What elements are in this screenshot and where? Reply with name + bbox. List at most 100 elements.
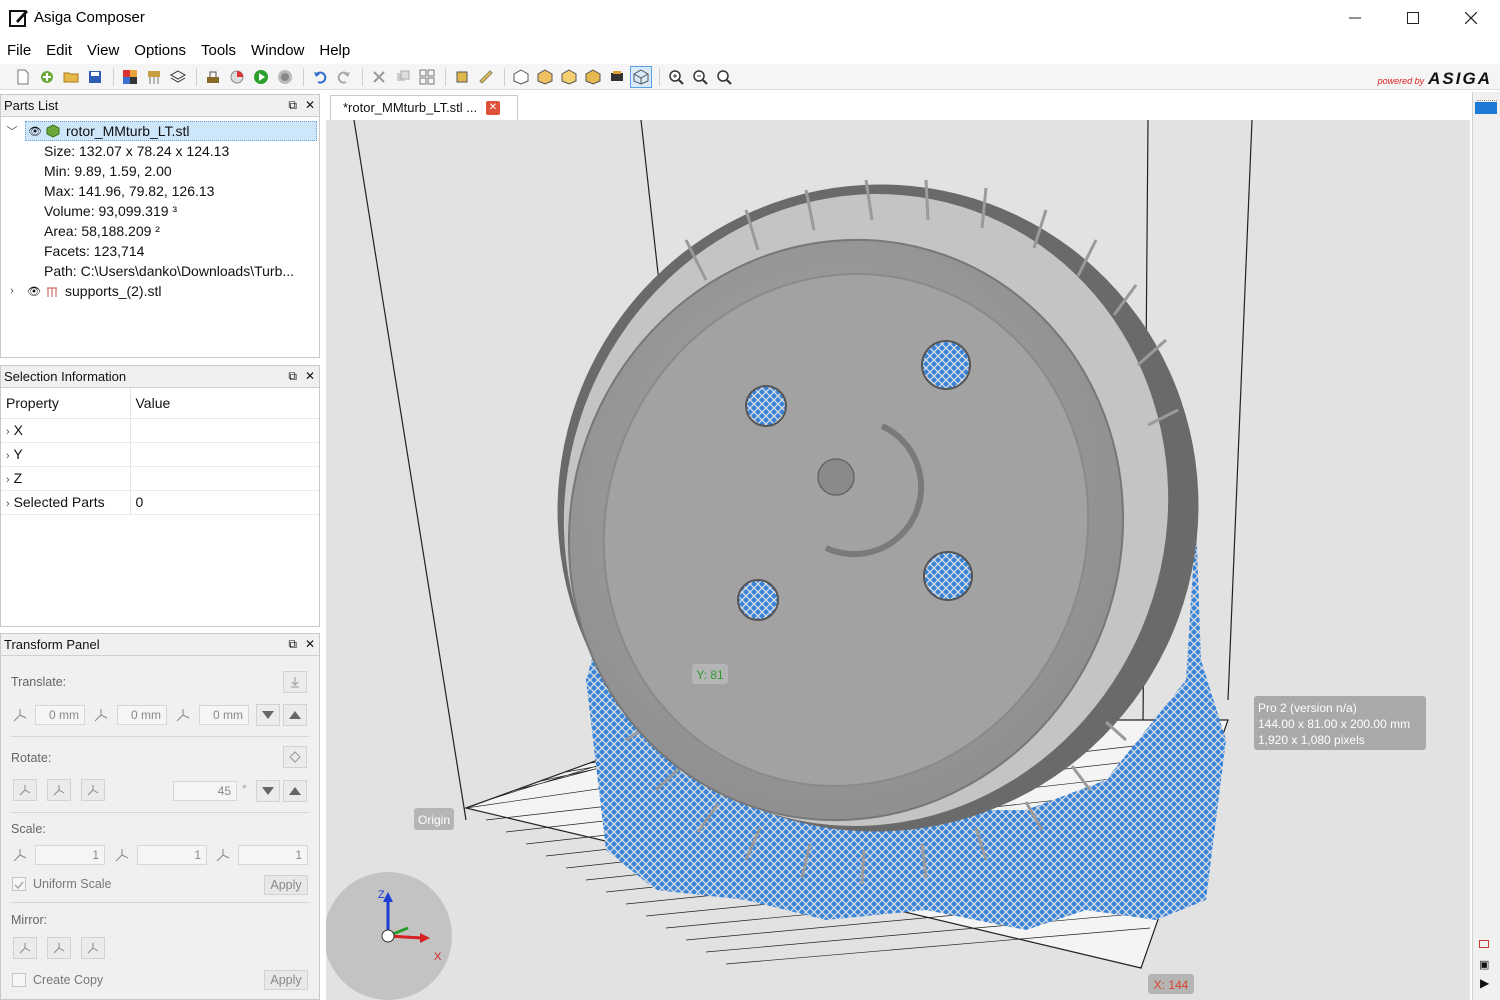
menu-help[interactable]: Help [319, 42, 350, 59]
uniform-scale-checkbox[interactable] [12, 877, 26, 891]
minimize-button[interactable] [1326, 0, 1384, 36]
new-file-icon [17, 69, 29, 84]
arrange-button[interactable] [416, 66, 438, 88]
globe-button[interactable] [274, 66, 296, 88]
expand-chevron-icon[interactable]: › [6, 426, 10, 438]
scene-canvas[interactable]: Y: 81 X: 144 Origin Pro 2 (version n/a) … [326, 120, 1470, 1000]
mirror-x-button[interactable] [13, 937, 37, 959]
rotate-angle-input[interactable]: 45 [173, 781, 237, 801]
supports-icon [148, 70, 160, 84]
save-button[interactable] [84, 66, 106, 88]
view-iso-button[interactable] [510, 66, 532, 88]
drop-to-platform-button[interactable] [283, 671, 307, 693]
close-panel-icon[interactable]: ✕ [305, 98, 315, 113]
collapse-chevron-icon[interactable]: ﹀ [5, 123, 19, 139]
table-row[interactable]: › X [1, 418, 319, 443]
view-top-button[interactable] [582, 66, 604, 88]
transform-header: Transform Panel ⧉ ✕ [1, 634, 319, 656]
translate-x-input[interactable]: 0 mm [35, 705, 85, 725]
table-row[interactable]: › Selected Parts 0 [1, 490, 319, 515]
view-side-button[interactable] [558, 66, 580, 88]
eye-icon[interactable]: 👁 [26, 125, 44, 138]
3d-viewport[interactable]: Y: 81 X: 144 Origin Pro 2 (version n/a) … [326, 120, 1470, 1000]
play-button[interactable] [250, 66, 272, 88]
pie-button[interactable] [226, 66, 248, 88]
translate-y-input[interactable]: 0 mm [117, 705, 167, 725]
play-layer-icon[interactable]: ▶ [1480, 976, 1489, 990]
zoom-in-button[interactable] [665, 66, 687, 88]
rotate-y-button[interactable] [47, 779, 71, 801]
translate-down-button[interactable] [256, 704, 280, 726]
auto-orient-button[interactable] [451, 66, 473, 88]
view-platform-button[interactable] [606, 66, 628, 88]
menu-tools[interactable]: Tools [201, 42, 236, 59]
expand-chevron-icon[interactable]: › [6, 474, 10, 486]
layers-icon [170, 69, 186, 83]
table-row[interactable]: › Y [1, 442, 319, 467]
rotate-x-button[interactable] [13, 779, 37, 801]
mirror-apply-button[interactable]: Apply [264, 970, 308, 990]
measure-button[interactable] [475, 66, 497, 88]
mirror-y-button[interactable] [47, 937, 71, 959]
menu-edit[interactable]: Edit [46, 42, 72, 59]
part-row-supports[interactable]: › 👁 supports_(2).stl [5, 281, 319, 301]
redo-button[interactable] [333, 66, 355, 88]
duplicate-button[interactable] [392, 66, 414, 88]
add-part-button[interactable] [36, 66, 58, 88]
slices-button[interactable] [119, 66, 141, 88]
layer-marker-icon[interactable] [1479, 940, 1489, 948]
table-row[interactable]: › Z [1, 466, 319, 491]
axis-gizmo[interactable]: Z X [326, 872, 452, 1000]
right-vertical-toolbar[interactable]: ▣ ▶ [1472, 92, 1500, 1000]
eye-icon[interactable]: 👁 [25, 285, 43, 298]
supports-button[interactable] [143, 66, 165, 88]
delete-button[interactable] [368, 66, 390, 88]
menu-file[interactable]: File [7, 42, 31, 59]
close-panel-icon[interactable]: ✕ [305, 369, 315, 384]
rotate-z-button[interactable] [81, 779, 105, 801]
zoom-fit-button[interactable] [713, 66, 735, 88]
value-selected-parts: 0 [130, 490, 319, 515]
layer-slider-handle[interactable] [1475, 102, 1497, 114]
rotate-up-button[interactable] [283, 780, 307, 802]
mirror-z-icon [87, 943, 99, 954]
translate-z-input[interactable]: 0 mm [199, 705, 249, 725]
part-row-rotor[interactable]: 👁 rotor_MMturb_LT.stl [25, 121, 317, 141]
undo-button[interactable] [309, 66, 331, 88]
scale-y-input[interactable]: 1 [137, 845, 207, 865]
column-header-property: Property [1, 388, 131, 419]
maximize-button[interactable] [1384, 0, 1442, 36]
svg-text:X: X [434, 951, 442, 963]
float-panel-icon[interactable]: ⧉ [288, 369, 297, 384]
lay-flat-button[interactable] [283, 746, 307, 768]
menu-window[interactable]: Window [251, 42, 304, 59]
create-copy-checkbox[interactable] [12, 973, 26, 987]
expand-chevron-icon[interactable]: › [6, 498, 10, 510]
part-path: Path: C:\Users\danko\Downloads\Turb... [44, 263, 295, 279]
float-panel-icon[interactable]: ⧉ [288, 98, 297, 113]
rotate-down-button[interactable] [256, 780, 280, 802]
scale-x-input[interactable]: 1 [35, 845, 105, 865]
close-window-button[interactable] [1442, 0, 1500, 36]
build-button[interactable] [202, 66, 224, 88]
document-tab[interactable]: *rotor_MMturb_LT.stl ... ✕ [330, 95, 518, 120]
zoom-out-button[interactable] [689, 66, 711, 88]
open-button[interactable] [60, 66, 82, 88]
view-front-button[interactable] [534, 66, 556, 88]
expand-chevron-icon[interactable]: › [5, 285, 19, 297]
menu-options[interactable]: Options [134, 42, 186, 59]
slice-preview-icon[interactable]: ▣ [1479, 958, 1489, 971]
view-box-button[interactable] [630, 65, 652, 88]
scale-apply-button[interactable]: Apply [264, 875, 308, 895]
translate-up-button[interactable] [283, 704, 307, 726]
close-panel-icon[interactable]: ✕ [305, 637, 315, 652]
scale-z-input[interactable]: 1 [238, 845, 308, 865]
menu-view[interactable]: View [87, 42, 119, 59]
expand-chevron-icon[interactable]: › [6, 450, 10, 462]
new-file-button[interactable] [12, 66, 34, 88]
close-tab-icon[interactable]: ✕ [486, 101, 500, 115]
layers-button[interactable] [167, 66, 189, 88]
mirror-z-button[interactable] [81, 937, 105, 959]
float-panel-icon[interactable]: ⧉ [288, 637, 297, 652]
part-min: Min: 9.89, 1.59, 2.00 [44, 163, 172, 179]
